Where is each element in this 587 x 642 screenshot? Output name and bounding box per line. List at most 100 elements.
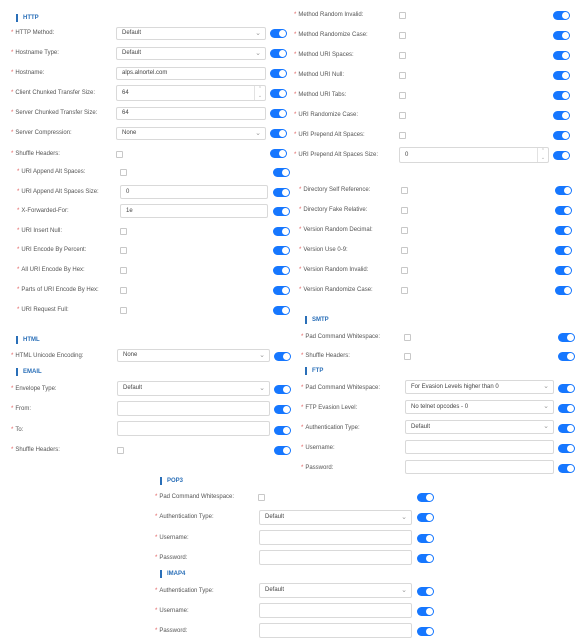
pop3-password-input[interactable] [259,550,412,565]
uri-append-alt-spaces-size-input[interactable]: 0 [120,185,268,199]
shuffle-headers-toggle[interactable] [270,149,287,158]
server-compression-toggle[interactable] [270,129,287,138]
version-random-invalid-checkbox[interactable] [401,267,408,274]
hostname-type-toggle[interactable] [270,49,287,58]
all-uri-encode-by-hex-checkbox[interactable] [120,267,127,274]
http-method-toggle[interactable] [270,29,287,38]
directory-self-reference-checkbox[interactable] [401,187,408,194]
ftp-authentication-type-select[interactable]: Default ⌄ [405,420,554,434]
imap4-authentication-type-toggle[interactable] [417,587,434,596]
x-forwarded-for-toggle[interactable] [273,207,290,216]
imap4-password-toggle[interactable] [417,627,434,636]
uri-append-alt-spaces-toggle[interactable] [273,168,290,177]
directory-fake-relative-checkbox[interactable] [401,207,408,214]
x-forwarded-for-input[interactable]: 1e [120,204,268,218]
uri-append-alt-spaces-size-toggle[interactable] [273,188,290,197]
version-random-invalid-toggle[interactable] [555,266,572,275]
uri-prepend-alt-spaces-checkbox[interactable] [399,132,406,139]
directory-fake-relative-toggle[interactable] [555,206,572,215]
envelope-type-select[interactable]: Default ⌄ [117,381,270,396]
smtp-pad-command-whitespace-toggle[interactable] [558,333,575,342]
method-uri-null-toggle[interactable] [553,71,570,80]
pop3-authentication-type-select[interactable]: Default ⌄ [259,510,412,525]
uri-randomize-case-toggle[interactable] [553,111,570,120]
hostname-input[interactable]: alps.alnortel.com [116,67,266,80]
method-randomize-case-toggle[interactable] [553,31,570,40]
version-randomize-case-checkbox[interactable] [401,287,408,294]
parts-of-uri-encode-by-hex-checkbox[interactable] [120,287,127,294]
ftp-pad-command-whitespace-select[interactable]: For Evasion Levels higher than 0 ⌄ [405,380,554,394]
uri-request-full-toggle[interactable] [273,306,290,315]
pop3-pad-command-whitespace-toggle[interactable] [417,493,434,502]
client-chunked-toggle[interactable] [270,89,287,98]
imap4-password-input[interactable] [259,623,412,638]
client-chunked-input[interactable]: 64 ⌃ ⌄ [116,85,266,101]
ftp-authentication-type-toggle[interactable] [558,424,575,433]
uri-encode-by-percent-toggle[interactable] [273,246,290,255]
uri-encode-by-percent-checkbox[interactable] [120,247,127,254]
method-random-invalid-checkbox[interactable] [399,12,406,19]
all-uri-encode-by-hex-label: * All URI Encode By Hex: [17,267,85,273]
method-uri-null-checkbox[interactable] [399,72,406,79]
ftp-password-input[interactable] [405,460,554,474]
method-random-invalid-toggle[interactable] [553,11,570,20]
pop3-authentication-type-toggle[interactable] [417,513,434,522]
uri-prepend-alt-spaces-size-input[interactable]: 0 ⌃ ⌄ [399,147,549,163]
http-method-select[interactable]: Default ⌄ [116,27,266,40]
uri-insert-null-checkbox[interactable] [120,228,127,235]
version-randomize-case-toggle[interactable] [555,286,572,295]
server-compression-select[interactable]: None ⌄ [116,127,266,140]
all-uri-encode-by-hex-toggle[interactable] [273,266,290,275]
uri-insert-null-toggle[interactable] [273,227,290,236]
method-uri-tabs-toggle[interactable] [553,91,570,100]
smtp-shuffle-headers-checkbox[interactable] [404,353,411,360]
email-to-toggle[interactable] [274,426,291,435]
imap4-authentication-type-select[interactable]: Default ⌄ [259,583,412,598]
uri-randomize-case-checkbox[interactable] [399,112,406,119]
pop3-password-toggle[interactable] [417,554,434,563]
server-chunked-toggle[interactable] [270,109,287,118]
email-shuffle-headers-checkbox[interactable] [117,447,124,454]
uri-prepend-alt-spaces-toggle[interactable] [553,131,570,140]
email-to-input[interactable] [117,421,270,436]
smtp-shuffle-headers-toggle[interactable] [558,352,575,361]
smtp-pad-command-whitespace-checkbox[interactable] [404,334,411,341]
pop3-username-input[interactable] [259,530,412,545]
pop3-username-toggle[interactable] [417,534,434,543]
uri-append-alt-spaces-checkbox[interactable] [120,169,127,176]
uri-prepend-alt-spaces-size-toggle[interactable] [553,151,570,160]
stepper-icon[interactable]: ⌃ ⌄ [254,86,265,100]
method-uri-tabs-checkbox[interactable] [399,92,406,99]
shuffle-headers-checkbox[interactable] [116,151,123,158]
version-use-0-9-checkbox[interactable] [401,247,408,254]
pop3-pad-command-whitespace-checkbox[interactable] [258,494,265,501]
parts-of-uri-encode-by-hex-toggle[interactable] [273,286,290,295]
directory-self-reference-toggle[interactable] [555,186,572,195]
email-shuffle-headers-toggle[interactable] [274,446,291,455]
envelope-type-toggle[interactable] [274,385,291,394]
email-from-toggle[interactable] [274,405,291,414]
email-from-input[interactable] [117,401,270,416]
imap4-username-input[interactable] [259,603,412,618]
version-random-decimal-toggle[interactable] [555,226,572,235]
method-uri-spaces-checkbox[interactable] [399,52,406,59]
ftp-username-toggle[interactable] [558,444,575,453]
ftp-username-input[interactable] [405,440,554,454]
hostname-toggle[interactable] [270,69,287,78]
html-unicode-encoding-toggle[interactable] [274,352,291,361]
server-chunked-input[interactable]: 64 [116,107,266,120]
stepper-icon[interactable]: ⌃ ⌄ [537,148,548,162]
method-randomize-case-checkbox[interactable] [399,32,406,39]
version-random-decimal-checkbox[interactable] [401,227,408,234]
method-uri-spaces-toggle[interactable] [553,51,570,60]
ftp-password-toggle[interactable] [558,464,575,473]
ftp-evasion-level-toggle[interactable] [558,404,575,413]
html-unicode-encoding-select[interactable]: None ⌄ [117,349,270,362]
ftp-evasion-level-select[interactable]: No telnet opcodes - 0 ⌄ [405,400,554,414]
imap4-username-toggle[interactable] [417,607,434,616]
uri-request-full-checkbox[interactable] [120,307,127,314]
hostname-type-select[interactable]: Default ⌄ [116,47,266,60]
version-use-0-9-toggle[interactable] [555,246,572,255]
ftp-pad-command-whitespace-toggle[interactable] [558,384,575,393]
shuffle-headers-label: * Shuffle Headers: [11,151,60,157]
